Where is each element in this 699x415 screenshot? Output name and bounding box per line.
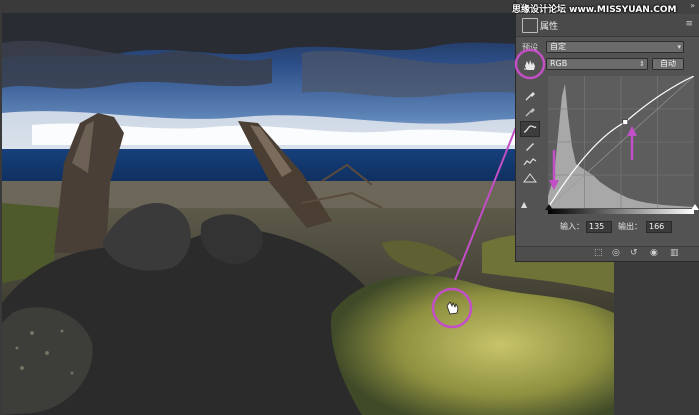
eyedropper-icon (525, 108, 535, 117)
eyedropper-icon (525, 92, 535, 101)
output-group: 输出： 166 (618, 221, 688, 233)
arrow-up-annotation (627, 126, 637, 160)
visibility-icon[interactable]: ◉ (650, 248, 658, 258)
curve-icon (523, 125, 537, 133)
curve-control-point (622, 119, 629, 125)
channel-dropdown[interactable]: RGB ⇕ (546, 58, 648, 70)
white-point-slider[interactable] (691, 204, 699, 210)
view-previous-icon[interactable]: ◎ (612, 248, 620, 258)
preset-value: 自定 (550, 42, 566, 51)
input-label: 输入： (560, 222, 584, 231)
curve-point-tool[interactable] (520, 121, 540, 137)
smooth-tool[interactable] (520, 154, 540, 170)
site-watermark: 思缘设计论坛 www.MISSYUAN.COM (512, 5, 677, 14)
panel-bottom-bar: ⬚ ◎ ↺ ◉ ▥ (516, 246, 699, 261)
curves-adjustment-icon (522, 18, 538, 33)
clip-to-layer-icon[interactable]: ⬚ (594, 248, 603, 258)
smooth-icon (523, 158, 537, 166)
pencil-tool[interactable] (520, 138, 540, 154)
preset-row: 预设 自定 ▾ (516, 40, 699, 56)
chevron-down-icon: ▾ (677, 43, 681, 51)
black-point-eyedropper[interactable] (520, 88, 540, 104)
preset-label: 预设 (522, 43, 538, 52)
input-group: 输入： 135 (560, 221, 620, 233)
reset-icon[interactable]: ↺ (630, 248, 638, 258)
black-point-dropper-icon: ▲ (521, 200, 528, 209)
warning-icon (523, 173, 537, 183)
curves-histogram (548, 76, 694, 208)
channel-row: RGB ⇕ 自动 (516, 57, 699, 73)
photoshop-workspace: ✕ » 属性 ≡ 预设 自定 ▾ RGB ⇕ 自动 ▲ 输入： 135 输出： … (0, 0, 699, 415)
output-label: 输出： (618, 222, 642, 231)
pencil-icon (526, 143, 534, 151)
preset-dropdown[interactable]: 自定 ▾ (546, 41, 684, 53)
panel-menu-icon[interactable]: ≡ (685, 19, 693, 29)
input-field[interactable]: 135 (586, 221, 612, 233)
delete-icon[interactable]: ▥ (670, 248, 679, 258)
input-gradient-bar (548, 209, 694, 214)
clipping-warning-tool[interactable] (520, 170, 540, 186)
black-point-slider[interactable] (545, 204, 553, 210)
tab-properties[interactable]: 属性 (540, 19, 558, 32)
channel-value: RGB (550, 59, 568, 68)
curves-graph[interactable] (548, 76, 694, 208)
gray-point-eyedropper[interactable] (520, 104, 540, 120)
auto-button[interactable]: 自动 (652, 58, 684, 70)
output-field[interactable]: 166 (646, 221, 672, 233)
hand-icon (524, 60, 535, 70)
properties-panel: ✕ » 属性 ≡ 预设 自定 ▾ RGB ⇕ 自动 ▲ 输入： 135 输出： … (515, 0, 699, 262)
panel-tab-row: 属性 ≡ (516, 14, 699, 37)
targeted-adjustment-tool[interactable] (520, 57, 540, 73)
chevron-updown-icon: ⇕ (639, 60, 645, 68)
